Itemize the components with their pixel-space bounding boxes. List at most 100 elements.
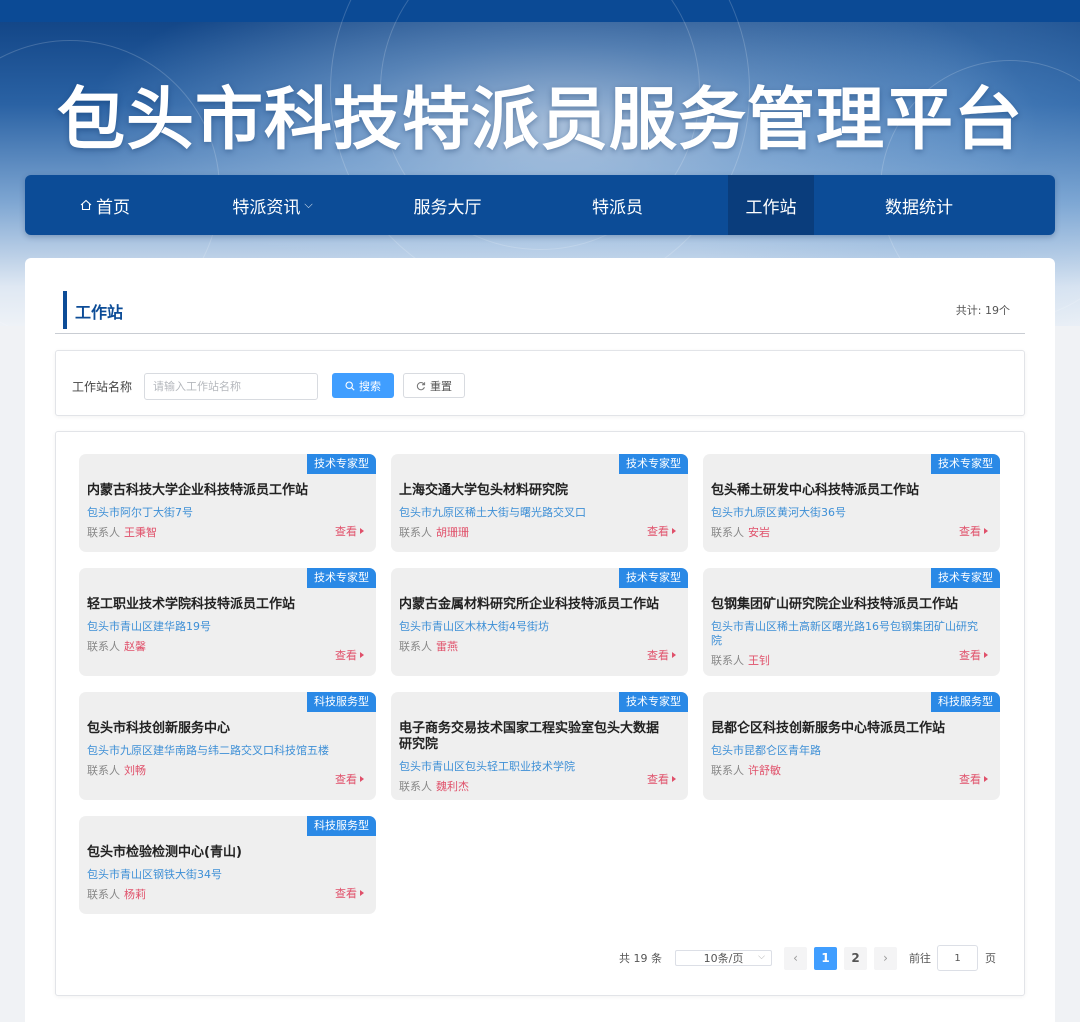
nav-news[interactable]: 特派资讯 ⌵ bbox=[185, 175, 360, 235]
nav-workstation-label: 工作站 bbox=[745, 197, 797, 218]
search-button[interactable]: 搜索 bbox=[332, 373, 394, 398]
caret-right-icon bbox=[984, 652, 988, 658]
contact-label: 联系人 bbox=[399, 640, 432, 653]
station-grid: 技术专家型 内蒙古科技大学企业科技特派员工作站 包头市阿尔丁大街7号 联系人 王秉智 查看… bbox=[79, 454, 1001, 914]
station-type-badge: 科技服务型 bbox=[307, 816, 376, 836]
contact-name: 安岩 bbox=[748, 526, 770, 539]
view-link-label: 查看 bbox=[335, 887, 357, 900]
caret-right-icon bbox=[984, 528, 988, 534]
station-card[interactable]: 技术专家型 电子商务交易技术国家工程实验室包头大数据研究院 包头市青山区包头轻工职业… bbox=[391, 692, 688, 800]
station-contact: 联系人 王秉智 bbox=[87, 526, 366, 540]
station-contact: 联系人 杨莉 bbox=[87, 888, 366, 902]
contact-label: 联系人 bbox=[87, 640, 120, 653]
view-link-label: 查看 bbox=[959, 649, 981, 662]
view-link[interactable]: 查看 bbox=[335, 885, 364, 901]
station-card[interactable]: 技术专家型 内蒙古金属材料研究所企业科技特派员工作站 包头市青山区木林大街4号街坊联… bbox=[391, 568, 688, 676]
view-link[interactable]: 查看 bbox=[959, 523, 988, 539]
view-link[interactable]: 查看 bbox=[959, 647, 988, 663]
station-name: 轻工职业技术学院科技特派员工作站 bbox=[87, 597, 296, 612]
station-type-badge: 技术专家型 bbox=[619, 454, 688, 474]
view-link-label: 查看 bbox=[335, 525, 357, 538]
station-type-badge: 技术专家型 bbox=[307, 568, 376, 588]
station-address: 包头市青山区包头轻工职业技术学院 bbox=[399, 760, 575, 773]
contact-label: 联系人 bbox=[87, 888, 120, 901]
station-card[interactable]: 技术专家型 上海交通大学包头材料研究院 包头市九原区稀土大街与曙光路交叉口 联系人 胡珊… bbox=[391, 454, 688, 552]
nav-commissioner[interactable]: 特派员 bbox=[535, 175, 700, 235]
contact-label: 联系人 bbox=[711, 764, 744, 777]
goto-page-input[interactable] bbox=[937, 945, 978, 971]
contact-name: 胡珊珊 bbox=[436, 526, 469, 539]
station-card[interactable]: 科技服务型 昆都仑区科技创新服务中心特派员工作站 包头市昆都仑区青年路 联系人 许舒敏查… bbox=[703, 692, 1000, 800]
nav-statistics-label: 数据统计 bbox=[885, 197, 953, 218]
contact-label: 联系人 bbox=[399, 780, 432, 793]
page-size-value: 10条/页 bbox=[703, 952, 744, 965]
reset-button[interactable]: 重置 bbox=[403, 373, 465, 398]
pagination: 共 19 条 10条/页 ⌵ ‹ 1 2 › 前往 页 bbox=[619, 944, 996, 972]
caret-right-icon bbox=[360, 776, 364, 782]
station-type-badge: 技术专家型 bbox=[619, 692, 688, 712]
station-address: 包头市九原区稀土大街与曙光路交叉口 bbox=[399, 506, 586, 519]
station-address: 包头市九原区建华南路与纬二路交叉口科技馆五楼 bbox=[87, 744, 329, 757]
station-card[interactable]: 技术专家型 轻工职业技术学院科技特派员工作站 包头市青山区建华路19号 联系人 赵馨 查看 bbox=[79, 568, 376, 676]
nav-statistics[interactable]: 数据统计 bbox=[834, 175, 1004, 235]
station-name: 内蒙古金属材料研究所企业科技特派员工作站 bbox=[399, 597, 660, 612]
prev-page-button[interactable]: ‹ bbox=[784, 946, 807, 970]
pagination-total: 共 19 条 bbox=[619, 952, 662, 965]
view-link[interactable]: 查看 bbox=[647, 523, 676, 539]
caret-right-icon bbox=[360, 890, 364, 896]
station-address: 包头市九原区黄河大街36号 bbox=[711, 506, 846, 519]
content-panel: 工作站 共计: 19个 工作站名称 搜索 重置 技术专家型内蒙古科技大学企业科技… bbox=[25, 258, 1055, 1022]
contact-name: 刘畅 bbox=[124, 764, 146, 777]
caret-right-icon bbox=[672, 776, 676, 782]
view-link[interactable]: 查看 bbox=[335, 647, 364, 663]
station-card[interactable]: 科技服务型 包头市科技创新服务中心 包头市九原区建华南路与纬二路交叉口科技馆五楼 联系… bbox=[79, 692, 376, 800]
caret-right-icon bbox=[360, 528, 364, 534]
station-contact: 联系人 安岩 bbox=[711, 526, 990, 540]
station-address: 包头市昆都仑区青年路 bbox=[711, 744, 821, 757]
view-link-label: 查看 bbox=[647, 649, 669, 662]
station-type-badge: 科技服务型 bbox=[307, 692, 376, 712]
view-link-label: 查看 bbox=[335, 649, 357, 662]
view-link[interactable]: 查看 bbox=[647, 771, 676, 787]
page-size-select[interactable]: 10条/页 ⌵ bbox=[675, 950, 772, 966]
station-type-badge: 技术专家型 bbox=[931, 454, 1000, 474]
nav-service-hall[interactable]: 服务大厅 bbox=[360, 175, 535, 235]
station-card[interactable]: 技术专家型 包头稀土研发中心科技特派员工作站 包头市九原区黄河大街36号 联系人 安岩查… bbox=[703, 454, 1000, 552]
station-contact: 联系人 王钊 bbox=[711, 654, 990, 668]
nav-home[interactable]: 首页 bbox=[25, 175, 185, 235]
site-title: 包头市科技特派员服务管理平台 bbox=[56, 81, 1023, 160]
contact-name: 王秉智 bbox=[124, 526, 157, 539]
nav-workstation[interactable]: 工作站 bbox=[728, 175, 814, 235]
station-card[interactable]: 技术专家型 内蒙古科技大学企业科技特派员工作站 包头市阿尔丁大街7号 联系人 王秉智 查看 bbox=[79, 454, 376, 552]
station-name: 包头稀土研发中心科技特派员工作站 bbox=[711, 483, 920, 498]
station-type-badge: 科技服务型 bbox=[931, 692, 1000, 712]
view-link-label: 查看 bbox=[959, 773, 981, 786]
station-type-badge: 技术专家型 bbox=[307, 454, 376, 474]
view-link[interactable]: 查看 bbox=[647, 647, 676, 663]
refresh-icon bbox=[416, 381, 426, 390]
contact-label: 联系人 bbox=[711, 526, 744, 539]
view-link-label: 查看 bbox=[335, 773, 357, 786]
page-button-2[interactable]: 2 bbox=[844, 946, 867, 970]
view-link[interactable]: 查看 bbox=[335, 771, 364, 787]
station-card[interactable]: 科技服务型 包头市检验检测中心(青山) 包头市青山区钢铁大街34号 联系人 杨莉 查看 bbox=[79, 816, 376, 914]
search-icon bbox=[345, 380, 355, 391]
contact-label: 联系人 bbox=[87, 764, 120, 777]
view-link[interactable]: 查看 bbox=[335, 523, 364, 539]
main-nav: 首页 特派资讯 ⌵ 服务大厅 特派员 工作站 数据统计 bbox=[25, 175, 1055, 235]
station-card[interactable]: 技术专家型 包钢集团矿山研究院企业科技特派员工作站 包头市青山区稀土高新区曙光路16… bbox=[703, 568, 1000, 676]
next-page-button[interactable]: › bbox=[874, 946, 897, 970]
station-contact: 联系人 许舒敏 bbox=[711, 764, 990, 778]
search-form: 工作站名称 搜索 重置 bbox=[55, 350, 1025, 416]
station-name: 内蒙古科技大学企业科技特派员工作站 bbox=[87, 483, 309, 498]
station-contact: 联系人 刘畅 bbox=[87, 764, 366, 778]
page-button-1[interactable]: 1 bbox=[814, 946, 837, 970]
nav-commissioner-label: 特派员 bbox=[592, 197, 643, 218]
caret-right-icon bbox=[984, 776, 988, 782]
chevron-right-icon: › bbox=[883, 951, 888, 965]
nav-service-hall-label: 服务大厅 bbox=[413, 197, 482, 218]
search-input[interactable] bbox=[144, 373, 318, 400]
view-link[interactable]: 查看 bbox=[959, 771, 988, 787]
contact-label: 联系人 bbox=[87, 526, 120, 539]
caret-right-icon bbox=[360, 652, 364, 658]
